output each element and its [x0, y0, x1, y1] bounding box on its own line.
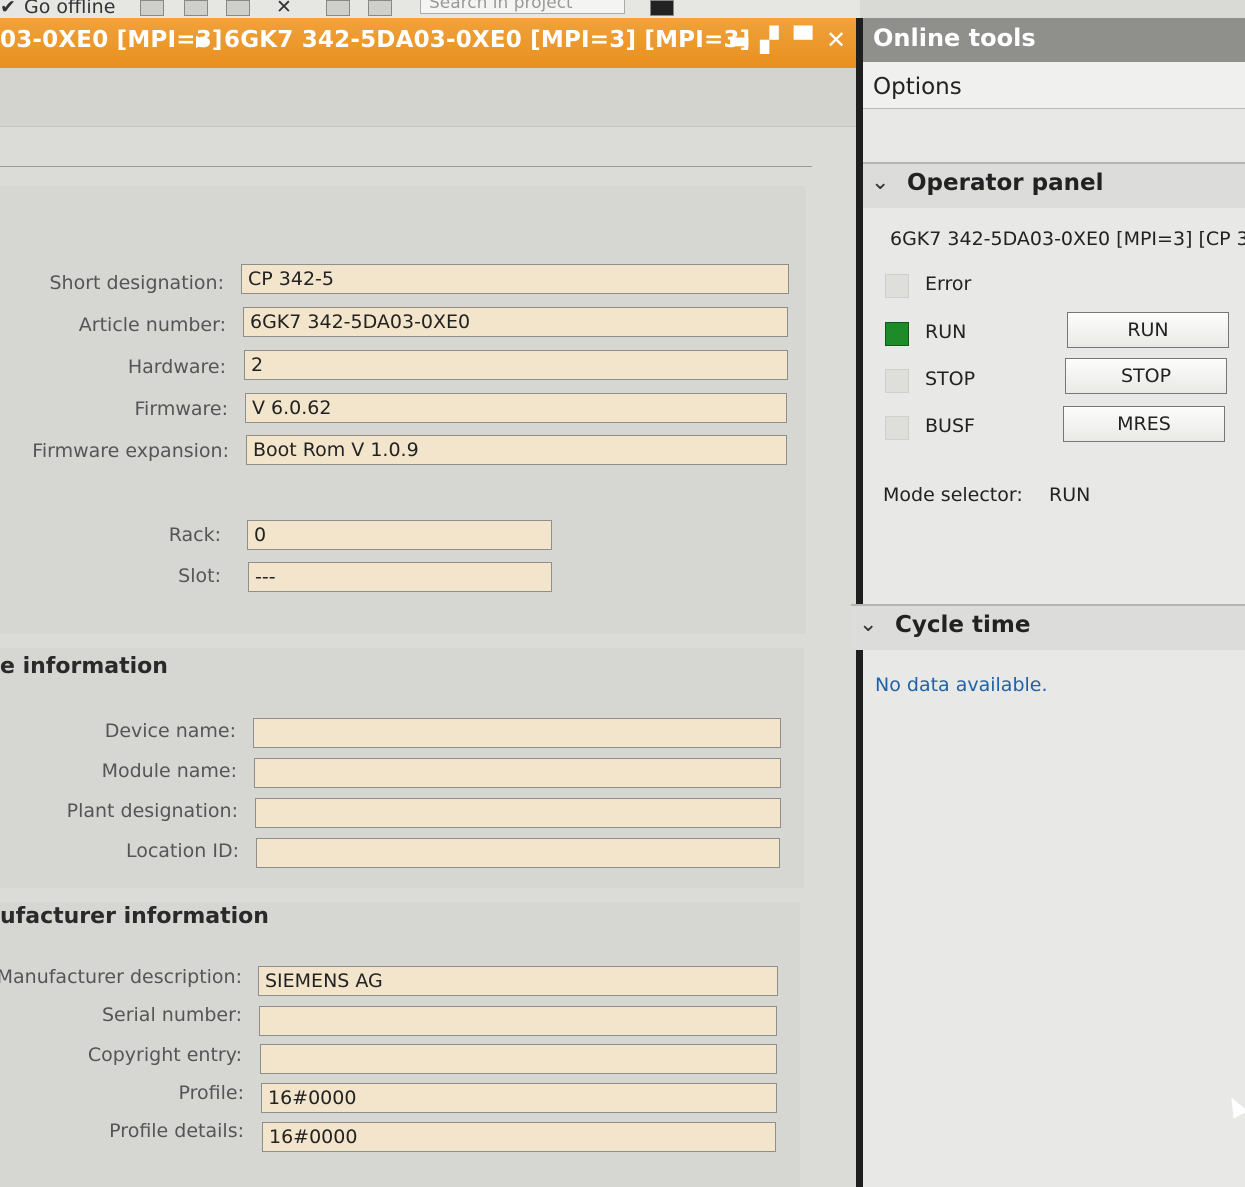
options-bar[interactable]: Options [863, 62, 1245, 109]
profile-details-label: Profile details: [109, 1120, 244, 1142]
manufacturer-description-field[interactable]: SIEMENS AG [258, 966, 778, 996]
breadcrumb-module[interactable]: 6GK7 342-5DA03-0XE0 [MPI=3] [MPI=3] [224, 27, 750, 53]
module-name-field[interactable] [254, 758, 781, 788]
plant-designation-label: Plant designation: [66, 800, 238, 822]
cycle-time-heading[interactable]: Cycle time [895, 612, 1030, 638]
mode-selector-label: Mode selector: [883, 484, 1023, 506]
short-designation-field[interactable]: CP 342-5 [241, 264, 789, 294]
online-tools-pane: Online tools Options ⌄ Operator panel 6G… [851, 18, 1245, 1187]
breadcrumb-device[interactable]: 03-0XE0 [MPI=3] [0, 27, 223, 53]
device-name-field[interactable] [253, 718, 781, 748]
serial-number-label: Serial number: [101, 1004, 242, 1026]
online-tools-title: Online tools [873, 24, 1036, 52]
module-information-heading: e information [0, 654, 168, 679]
close-icon[interactable]: ✕ [826, 26, 846, 54]
operator-panel-heading[interactable]: Operator panel [907, 170, 1103, 196]
manufacturer-information-section: ufacturer information Manufacturer descr… [0, 902, 800, 1187]
search-in-project-input[interactable]: Search in project [420, 0, 625, 14]
window-layout-icon[interactable] [226, 0, 250, 16]
firmware-label: Firmware: [134, 398, 228, 420]
stop-led-label: STOP [925, 368, 976, 390]
pane-splitter[interactable] [856, 18, 863, 1187]
online-tools-title-bar: Online tools [863, 18, 1245, 62]
rack-label: Rack: [168, 524, 221, 546]
copyright-entry-label: Copyright entry: [87, 1044, 242, 1066]
general-section: Short designation: CP 342-5 Article numb… [0, 186, 806, 634]
breadcrumb-arrow-icon: ▶ [196, 31, 209, 50]
hardware-label: Hardware: [127, 356, 226, 378]
editor-title-bar: 03-0XE0 [MPI=3] ▶ 6GK7 342-5DA03-0XE0 [M… [0, 18, 860, 68]
rack-field[interactable]: 0 [247, 520, 552, 550]
article-number-label: Article number: [78, 314, 226, 336]
location-id-label: Location ID: [125, 840, 239, 862]
go-offline-icon[interactable]: ✔ [0, 0, 16, 18]
accessible-devices-icon[interactable] [140, 0, 164, 16]
manufacturer-information-heading: ufacturer information [0, 904, 269, 929]
slot-field[interactable]: --- [248, 562, 552, 592]
run-button[interactable]: RUN [1067, 312, 1229, 348]
no-data-message: No data available. [875, 674, 1048, 696]
horizontal-split-icon[interactable] [326, 0, 350, 16]
close-tools-icon[interactable]: ✕ [276, 0, 292, 18]
profile-details-field[interactable]: 16#0000 [262, 1122, 776, 1152]
module-name-label: Module name: [101, 760, 237, 782]
options-label[interactable]: Options [873, 74, 962, 100]
error-led-icon [885, 274, 909, 298]
busf-led-icon [885, 416, 909, 440]
location-id-field[interactable] [256, 838, 780, 868]
mres-button[interactable]: MRES [1063, 406, 1225, 442]
module-properties-pane: Short designation: CP 342-5 Article numb… [0, 68, 858, 1187]
profile-field[interactable]: 16#0000 [261, 1083, 777, 1113]
hardware-field[interactable]: 2 [244, 350, 788, 380]
firmware-expansion-field[interactable]: Boot Rom V 1.0.9 [246, 435, 787, 465]
stop-led-icon [885, 369, 909, 393]
copyright-entry-field[interactable] [260, 1044, 777, 1074]
divider-line [0, 166, 812, 167]
editor-header-band [0, 68, 858, 127]
chevron-down-icon[interactable]: ⌄ [859, 612, 877, 637]
firmware-expansion-label: Firmware expansion: [32, 440, 229, 462]
busf-led-label: BUSF [925, 415, 975, 437]
stop-button[interactable]: STOP [1065, 358, 1227, 394]
run-led-icon [885, 322, 909, 346]
device-name-label: Device name: [104, 720, 236, 742]
chevron-down-icon[interactable]: ⌄ [871, 170, 889, 195]
search-options-icon[interactable] [650, 0, 674, 16]
operator-panel-header[interactable]: ⌄ Operator panel [863, 162, 1245, 208]
minimize-icon[interactable]: ▬ [728, 26, 751, 54]
operator-panel-device: 6GK7 342-5DA03-0XE0 [MPI=3] [CP 3 [890, 228, 1245, 250]
serial-number-field[interactable] [259, 1006, 777, 1036]
slot-label: Slot: [178, 565, 221, 587]
firmware-field[interactable]: V 6.0.62 [245, 393, 787, 423]
mode-selector-value: RUN [1049, 484, 1091, 506]
vertical-split-icon[interactable] [368, 0, 392, 16]
article-number-field[interactable]: 6GK7 342-5DA03-0XE0 [243, 307, 788, 337]
top-toolbar: ✔ Go offline ✕ Search in project [0, 0, 860, 18]
short-designation-label: Short designation: [49, 272, 225, 294]
plant-designation-field[interactable] [255, 798, 781, 828]
maximize-icon[interactable]: ▀ [794, 26, 812, 54]
error-led-label: Error [925, 273, 972, 295]
mouse-cursor-icon [1224, 1093, 1245, 1119]
cycle-time-header[interactable]: ⌄ Cycle time [851, 604, 1245, 650]
manufacturer-description-label: Manufacturer description: [0, 966, 242, 988]
split-editor-icon[interactable] [184, 0, 208, 16]
go-offline-button[interactable]: Go offline [24, 0, 115, 18]
float-window-icon[interactable]: ▞ [760, 26, 778, 54]
run-led-label: RUN [925, 321, 967, 343]
module-information-section: e information Device name: Module name: … [0, 648, 804, 888]
profile-label: Profile: [178, 1082, 244, 1104]
